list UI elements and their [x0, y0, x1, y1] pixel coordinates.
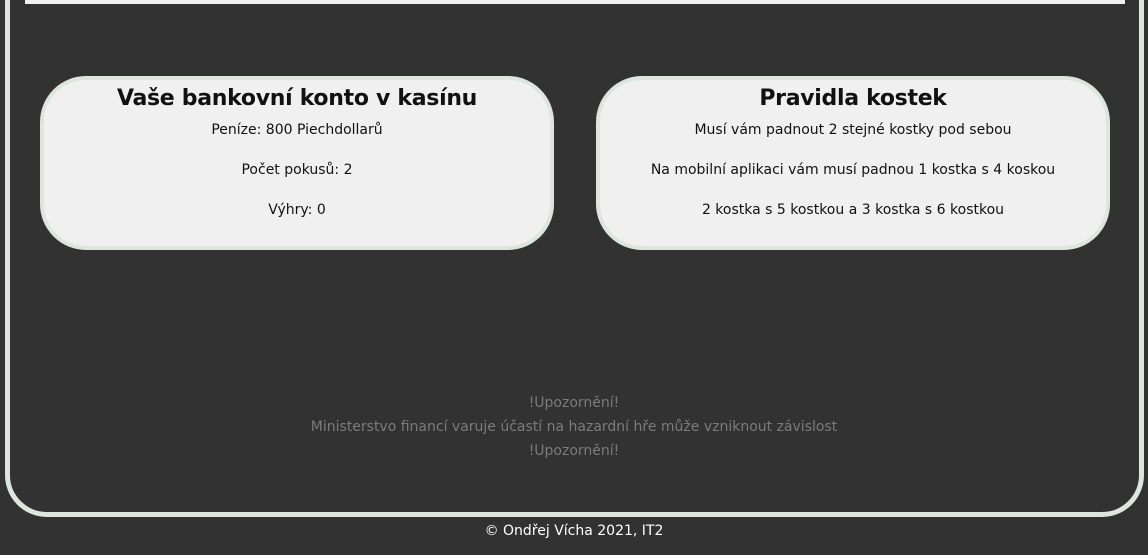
rule-line: Na mobilní aplikaci vám musí padnou 1 ko…	[650, 162, 1056, 178]
warning-heading: !Upozornění!	[528, 395, 620, 411]
rules-card: Pravidla kostek Musí vám padnout 2 stejn…	[596, 76, 1110, 250]
footer-copyright: © Ondřej Vícha 2021, IT2	[484, 523, 664, 539]
rule-line: Musí vám padnout 2 stejné kostky pod seb…	[694, 122, 1012, 138]
warning-text: Ministerstvo financí varuje účastí na ha…	[310, 419, 838, 435]
account-attempts: Počet pokusů: 2	[241, 162, 353, 178]
rules-title: Pravidla kostek	[759, 86, 947, 111]
rule-line: 2 kostka s 5 kostkou a 3 kostka s 6 kost…	[701, 202, 1005, 218]
warning-heading-bottom: !Upozornění!	[528, 443, 620, 459]
account-wins: Výhry: 0	[268, 202, 326, 218]
account-money: Peníze: 800 Piechdollarů	[211, 122, 383, 138]
account-title: Vaše bankovní konto v kasínu	[116, 86, 478, 111]
account-card: Vaše bankovní konto v kasínu Peníze: 800…	[40, 76, 554, 250]
gambling-warning: !Upozornění! Ministerstvo financí varuje…	[0, 391, 1148, 463]
